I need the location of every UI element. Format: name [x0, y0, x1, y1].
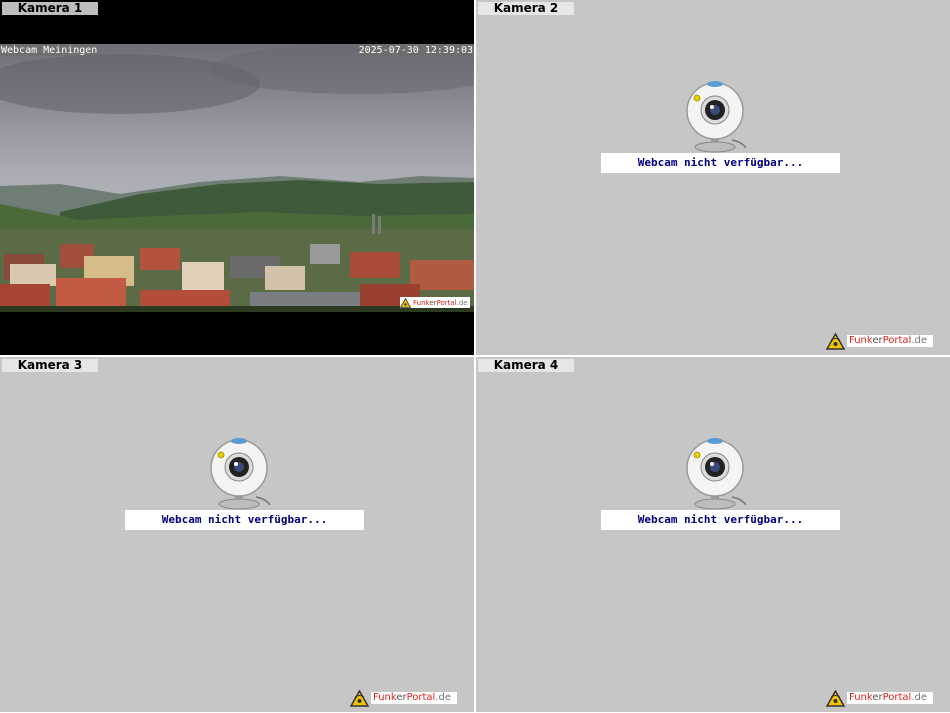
- webcam-icon: [686, 438, 747, 510]
- brand-portal: Portal: [882, 692, 912, 703]
- unavailable-message: Webcam nicht verfügbar...: [601, 510, 840, 530]
- webcam-icon: [210, 438, 271, 510]
- brand-portal: Portal: [436, 298, 457, 307]
- funkerportal-logo-icon: [826, 689, 845, 707]
- camera-label: Kamera 3: [2, 359, 98, 372]
- camera-label: Kamera 4: [478, 359, 574, 372]
- brand-er: er: [429, 298, 437, 307]
- funkerportal-logo[interactable]: FunkerPortal.de: [350, 689, 458, 707]
- unavailable-message: Webcam nicht verfügbar...: [125, 510, 364, 530]
- brand-funk: Funk: [373, 692, 397, 703]
- webcam-icon: [686, 81, 747, 153]
- brand-funk: Funk: [849, 335, 873, 346]
- brand-er: er: [872, 335, 883, 346]
- funkerportal-logo-icon: [400, 297, 411, 308]
- brand-er: er: [396, 692, 407, 703]
- brand-funk: Funk: [849, 692, 873, 703]
- brand-er: er: [872, 692, 883, 703]
- brand-portal: Portal: [406, 692, 436, 703]
- camera-panel-2[interactable]: Kamera 2 Webcam nicht verfügbar... Funke…: [476, 0, 950, 355]
- camera-panel-4[interactable]: Kamera 4 Webcam nicht verfügbar... Funke…: [476, 357, 950, 712]
- unavailable-message: Webcam nicht verfügbar...: [601, 153, 840, 173]
- camera-panel-1[interactable]: Kamera 1 Webcam Meiningen 2025-07-30 12:…: [0, 0, 474, 355]
- brand-portal: Portal: [882, 335, 912, 346]
- camera-label: Kamera 1: [2, 2, 98, 15]
- brand-funk: Funk: [413, 298, 430, 307]
- funkerportal-logo[interactable]: FunkerPortal.de: [826, 689, 934, 707]
- webcam-feed-image[interactable]: [0, 44, 474, 312]
- funkerportal-logo-icon: [826, 332, 845, 350]
- funkerportal-logo[interactable]: FunkerPortal.de: [826, 332, 934, 350]
- brand-tld: .de: [911, 692, 928, 703]
- webcam-grid: Kamera 1 Webcam Meiningen 2025-07-30 12:…: [0, 0, 950, 713]
- brand-tld: .de: [911, 335, 928, 346]
- camera-label: Kamera 2: [478, 2, 574, 15]
- camera-panel-3[interactable]: Kamera 3 Webcam nicht verfügbar... Funke…: [0, 357, 474, 712]
- feed-title-overlay: Webcam Meiningen: [0, 45, 99, 56]
- feed-timestamp-overlay: 2025-07-30 12:39:03: [357, 45, 474, 56]
- brand-tld: .de: [435, 692, 452, 703]
- feed-watermark: FunkerPortal.de: [400, 297, 470, 308]
- brand-tld: .de: [456, 298, 468, 307]
- funkerportal-logo-icon: [350, 689, 369, 707]
